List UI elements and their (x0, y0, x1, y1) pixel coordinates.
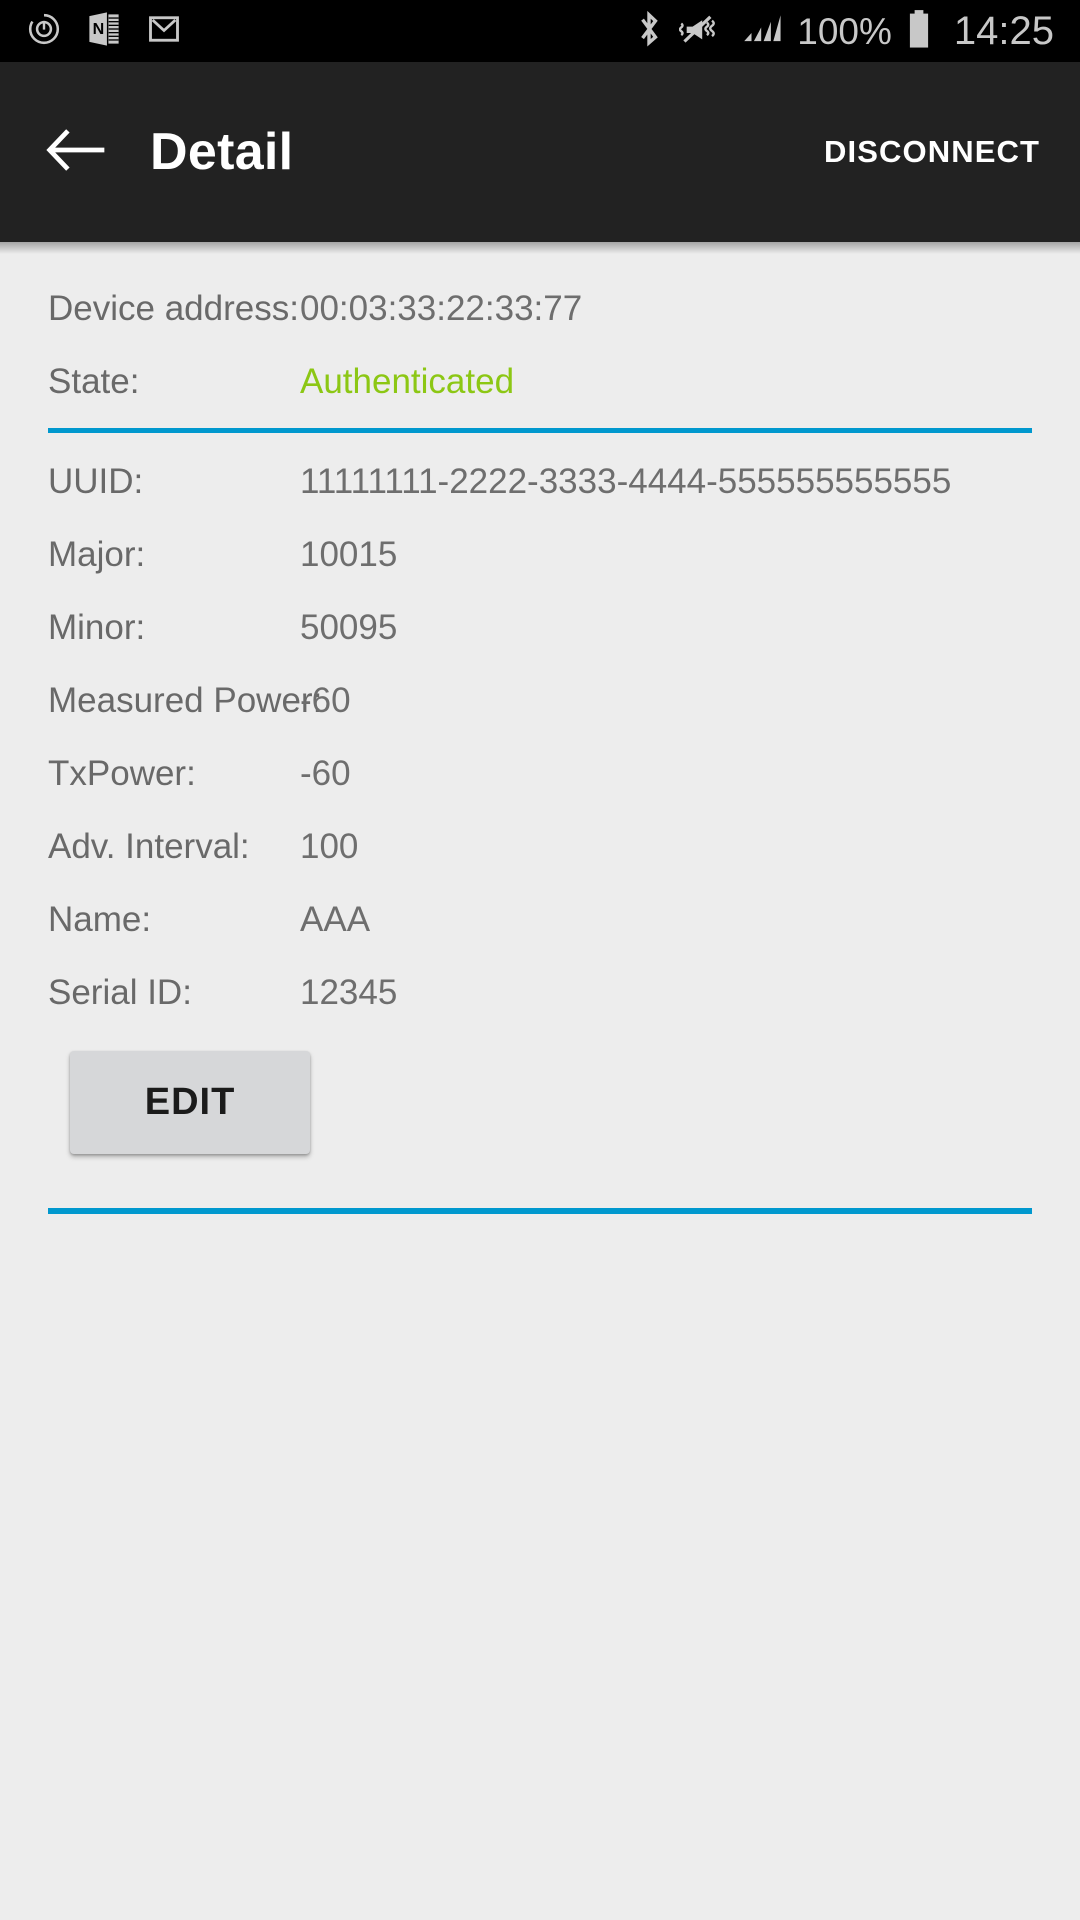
table-row: Name: AAA (0, 883, 1080, 956)
table-row: State: Authenticated (0, 345, 1080, 418)
divider-row (0, 418, 1080, 445)
section-divider-bottom (48, 1208, 1032, 1214)
serial-id-value: 12345 (300, 973, 398, 1012)
measured-power-label: Measured Power: (48, 681, 323, 720)
table-row: Adv. Interval: 100 (0, 810, 1080, 883)
device-address-label: Device address: (48, 289, 299, 328)
edit-button[interactable]: EDIT (70, 1051, 310, 1154)
status-bar: N 100% 14:25 (0, 0, 1080, 62)
table-row: TxPower: -60 (0, 737, 1080, 810)
status-bar-right-icons: 100% 14:25 (633, 8, 1054, 55)
back-button[interactable] (42, 117, 112, 187)
app-bar: Detail DISCONNECT (0, 62, 1080, 242)
bluetooth-icon (633, 8, 665, 55)
minor-value: 50095 (300, 608, 398, 647)
gmail-icon (146, 11, 182, 52)
signal-bars-icon (741, 9, 783, 54)
alarm-clock-icon (26, 11, 62, 52)
name-label: Name: (48, 900, 152, 939)
status-bar-left-icons: N (26, 10, 182, 53)
battery-full-icon (906, 8, 932, 55)
section-divider-top (48, 428, 1032, 433)
detail-table: Device address: 00:03:33:22:33:77 State:… (0, 272, 1080, 1214)
serial-id-label: Serial ID: (48, 973, 192, 1012)
major-label: Major: (48, 535, 146, 574)
table-row: Minor: 50095 (0, 591, 1080, 664)
app-bar-shadow (0, 242, 1080, 254)
adv-interval-label: Adv. Interval: (48, 827, 250, 866)
divider-row (0, 1154, 1080, 1214)
status-bar-clock: 14:25 (953, 9, 1054, 53)
measured-power-value: -60 (300, 681, 351, 720)
device-address-value: 00:03:33:22:33:77 (300, 289, 583, 328)
state-label: State: (48, 362, 140, 401)
uuid-value: 11111111-2222-3333-4444-555555555555 (300, 462, 952, 501)
uuid-label: UUID: (48, 462, 144, 501)
edit-button-row: EDIT (0, 1029, 1080, 1154)
table-row: Serial ID: 12345 (0, 956, 1080, 1029)
state-value: Authenticated (300, 362, 515, 401)
table-row: UUID: 11111111-2222-3333-4444-5555555555… (0, 445, 1080, 518)
table-row: Measured Power: -60 (0, 664, 1080, 737)
table-row: Device address: 00:03:33:22:33:77 (0, 272, 1080, 345)
adv-interval-value: 100 (300, 827, 359, 866)
onenote-icon: N (86, 10, 122, 53)
txpower-label: TxPower: (48, 754, 196, 793)
minor-label: Minor: (48, 608, 146, 647)
detail-content: Device address: 00:03:33:22:33:77 State:… (0, 254, 1080, 1920)
txpower-value: -60 (300, 754, 351, 793)
arrow-left-icon (46, 125, 108, 180)
battery-percent-label: 100% (797, 10, 892, 52)
name-value: AAA (300, 900, 371, 939)
disconnect-button[interactable]: DISCONNECT (818, 120, 1046, 184)
svg-text:N: N (93, 19, 105, 37)
vibrate-mute-icon (679, 9, 727, 54)
major-value: 10015 (300, 535, 398, 574)
page-title: Detail (150, 123, 294, 181)
table-row: Major: 10015 (0, 518, 1080, 591)
detail-table-body: Device address: 00:03:33:22:33:77 State:… (0, 272, 1080, 1214)
edit-button-container: EDIT (0, 1029, 1080, 1154)
